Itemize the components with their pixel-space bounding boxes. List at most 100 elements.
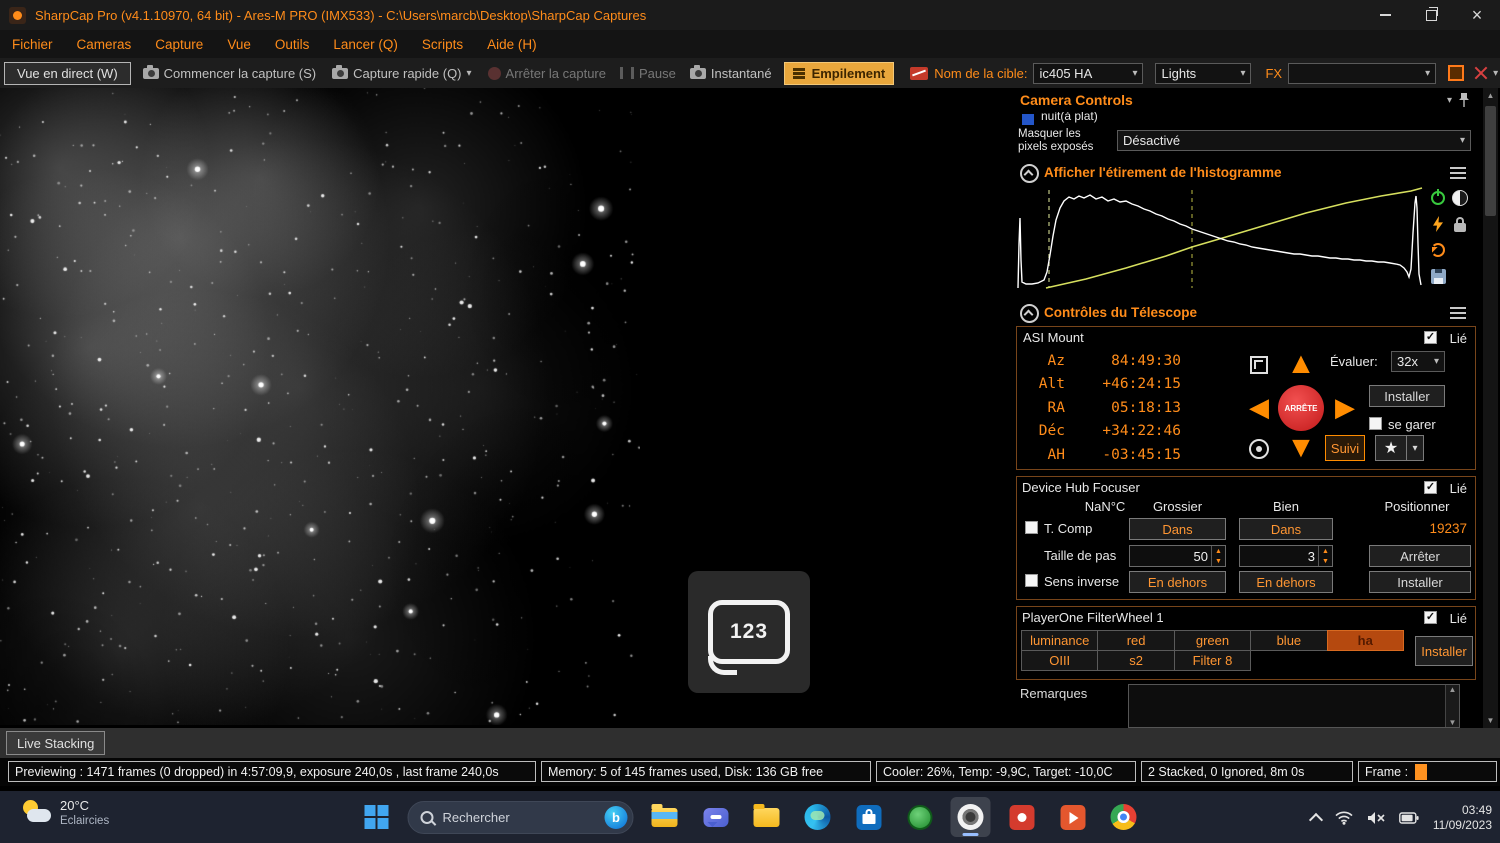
scroll-down-icon[interactable]: ▼ — [1483, 713, 1498, 728]
menu-outils[interactable]: Outils — [263, 30, 322, 58]
menu-fichier[interactable]: Fichier — [0, 30, 65, 58]
slew-rate-combobox[interactable]: 32x ▾ — [1391, 351, 1445, 372]
filter-ha[interactable]: ha — [1326, 630, 1404, 651]
pin-icon[interactable] — [1458, 92, 1470, 108]
store-button[interactable] — [849, 797, 889, 837]
edge-button[interactable] — [798, 797, 838, 837]
focuser-install-button[interactable]: Installer — [1369, 571, 1471, 593]
step-coarse-spinner[interactable]: 50 ▲ ▼ — [1129, 545, 1226, 567]
clock[interactable]: 03:49 11/09/2023 — [1433, 803, 1492, 833]
lock-stretch-button[interactable] — [1450, 214, 1470, 234]
live-stacking-tab[interactable]: Live Stacking — [6, 731, 106, 755]
restore-button[interactable] — [1408, 0, 1454, 30]
display-stretch-button[interactable] — [1450, 188, 1470, 208]
start-capture-button[interactable]: Commencer la capture (S) — [142, 64, 316, 81]
filterwheel-linked-checkbox[interactable] — [1424, 611, 1437, 624]
green-app-button[interactable] — [900, 797, 940, 837]
spin-up-icon[interactable]: ▲ — [1212, 546, 1225, 556]
battery-icon[interactable] — [1398, 811, 1419, 824]
step-fine-spinner[interactable]: 3 ▲ ▼ — [1239, 545, 1333, 567]
stop-slew-button[interactable]: ARRÊTE — [1278, 385, 1324, 431]
folder-button[interactable] — [747, 797, 787, 837]
start-button[interactable] — [357, 797, 397, 837]
weather-widget[interactable]: 20°C Eclaircies — [22, 798, 109, 828]
filter-green[interactable]: green — [1173, 630, 1252, 651]
menu-vue[interactable]: Vue — [215, 30, 263, 58]
scroll-up-icon[interactable]: ▲ — [1483, 88, 1498, 103]
filter-blue[interactable]: blue — [1250, 630, 1328, 651]
tray-chevron-icon[interactable] — [1308, 812, 1323, 827]
filter-red[interactable]: red — [1097, 630, 1175, 651]
frame-type-combobox[interactable]: Lights ▾ — [1155, 62, 1252, 84]
minimize-button[interactable] — [1362, 0, 1408, 30]
chrome-button[interactable] — [1104, 797, 1144, 837]
mask-pixels-combobox[interactable]: Désactivé ▾ — [1117, 130, 1471, 151]
focus-out-coarse-button[interactable]: En dehors — [1129, 571, 1226, 593]
panel-scrollbar[interactable]: ▲ ▼ — [1483, 88, 1498, 728]
focus-out-fine-button[interactable]: En dehors — [1239, 571, 1333, 593]
stop-capture-button[interactable]: Arrêter la capture — [487, 66, 606, 81]
chat-button[interactable] — [696, 797, 736, 837]
notes-scrollbar[interactable]: ▲ ▼ — [1445, 685, 1459, 727]
filter-s2[interactable]: s2 — [1097, 650, 1175, 671]
hamburger-menu-icon[interactable] — [1450, 172, 1466, 174]
histogram-power-button[interactable] — [1428, 188, 1448, 208]
filterwheel-install-button[interactable]: Installer — [1415, 636, 1473, 666]
auto-stretch-button[interactable] — [1428, 214, 1448, 234]
reverse-checkbox[interactable] — [1025, 574, 1038, 587]
menu-cameras[interactable]: Cameras — [65, 30, 144, 58]
scroll-down-icon[interactable]: ▼ — [1449, 718, 1457, 727]
spin-up-icon[interactable]: ▲ — [1319, 546, 1332, 556]
panel-collapse-icon[interactable]: ▾ — [1447, 95, 1452, 106]
live-view-button[interactable]: Vue en direct (W) — [4, 61, 131, 85]
target-name-combobox[interactable]: ic405 HA ▾ — [1033, 62, 1144, 84]
goto-star-button[interactable]: ★ — [1375, 435, 1407, 461]
goto-star-dropdown[interactable]: ▾ — [1406, 435, 1424, 461]
chevron-down-icon[interactable]: ▾ — [467, 68, 472, 79]
menu-capture[interactable]: Capture — [143, 30, 215, 58]
selection-area-icon[interactable] — [1448, 65, 1465, 81]
snapshot-button[interactable]: Instantané — [689, 64, 772, 81]
collapse-section-icon[interactable] — [1020, 304, 1039, 323]
taskbar-search[interactable]: Rechercher b — [407, 800, 634, 834]
red-app-button[interactable] — [1002, 797, 1042, 837]
filter-8[interactable]: Filter 8 — [1173, 650, 1252, 671]
reset-stretch-button[interactable] — [1428, 240, 1448, 260]
tracking-toggle-button[interactable]: Suivi — [1325, 435, 1365, 461]
focus-in-coarse-button[interactable]: Dans — [1129, 518, 1226, 540]
close-button[interactable]: × — [1454, 0, 1500, 30]
quick-capture-button[interactable]: Capture rapide (Q) ▾ — [332, 64, 472, 81]
bing-icon[interactable]: b — [604, 805, 628, 829]
slew-up-button[interactable]: ▲ — [1281, 345, 1321, 383]
focuser-stop-button[interactable]: Arrêter — [1369, 545, 1471, 567]
sharpcap-taskbar-button[interactable] — [950, 797, 991, 837]
scroll-up-icon[interactable]: ▲ — [1449, 685, 1457, 694]
spin-down-icon[interactable]: ▼ — [1319, 556, 1332, 566]
temp-comp-checkbox[interactable] — [1025, 521, 1038, 534]
pause-button[interactable]: Pause — [619, 66, 676, 81]
telescope-install-button[interactable]: Installer — [1369, 385, 1445, 407]
telescope-linked-checkbox[interactable] — [1424, 331, 1437, 344]
orange-app-button[interactable] — [1053, 797, 1093, 837]
spin-down-icon[interactable]: ▼ — [1212, 556, 1225, 566]
filter-oiii[interactable]: OIII — [1021, 650, 1099, 671]
filter-luminance[interactable]: luminance — [1021, 630, 1099, 651]
slew-left-button[interactable]: ◀ — [1239, 389, 1279, 425]
notes-textarea[interactable]: ▲ ▼ — [1128, 684, 1460, 728]
park-checkbox[interactable] — [1369, 417, 1382, 430]
volume-muted-icon[interactable] — [1367, 811, 1385, 825]
slew-right-button[interactable]: ▶ — [1325, 389, 1365, 425]
chevron-down-icon[interactable]: ▾ — [1493, 68, 1498, 79]
focus-in-fine-button[interactable]: Dans — [1239, 518, 1333, 540]
hamburger-menu-icon[interactable] — [1450, 312, 1466, 314]
focuser-linked-checkbox[interactable] — [1424, 481, 1437, 494]
target-center-button[interactable] — [1239, 431, 1279, 467]
wifi-icon[interactable] — [1335, 811, 1353, 825]
fx-combobox[interactable]: ▾ — [1288, 62, 1437, 84]
reticle-icon[interactable] — [1474, 66, 1488, 80]
save-stretch-button[interactable] — [1428, 266, 1448, 286]
slew-down-button[interactable]: ▼ — [1281, 429, 1321, 467]
collapse-section-icon[interactable] — [1020, 164, 1039, 183]
menu-lancer[interactable]: Lancer (Q) — [321, 30, 410, 58]
stacking-button[interactable]: Empilement — [783, 61, 895, 85]
